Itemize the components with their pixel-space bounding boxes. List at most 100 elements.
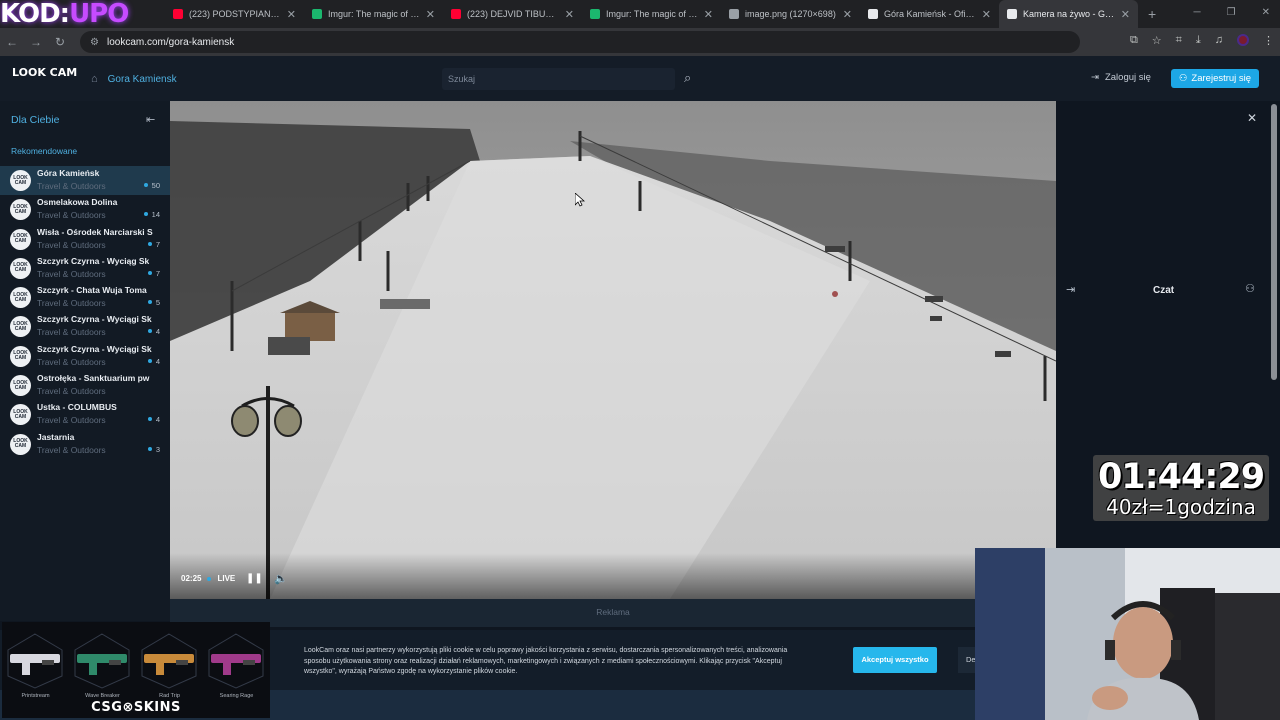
ski-slope-scene xyxy=(170,101,1056,599)
expand-chat-icon[interactable]: ⇥ xyxy=(1066,283,1075,296)
close-chat-icon[interactable]: ✕ xyxy=(1247,111,1257,125)
site-info-icon[interactable]: ⚙ xyxy=(90,37,99,48)
close-tab-icon[interactable]: ✕ xyxy=(982,8,991,21)
breadcrumb-current[interactable]: Gora Kamiensk xyxy=(108,74,177,85)
close-tab-icon[interactable]: ✕ xyxy=(565,8,574,21)
volume-icon[interactable]: 🔈 xyxy=(274,572,288,585)
sidebar-section-title: Rekomendowane xyxy=(11,146,78,156)
camera-name: Szczyrk Czyrna - Wyciągi Sk xyxy=(37,343,152,354)
browser-tab[interactable]: Imgur: The magic of the I ✕ xyxy=(582,0,721,28)
browser-tab[interactable]: (223) DEJVID TIBUSKI ZAC ✕ xyxy=(443,0,582,28)
camera-list-item[interactable]: LOOK CAM Szczyrk - Chata Wuja Toma Travel … xyxy=(0,283,170,312)
stream-timer-overlay: 01:44:29 40zł=1godzina xyxy=(1093,455,1269,521)
camera-list-item[interactable]: LOOK CAM Szczyrk Czyrna - Wyciągi Sk Trave… xyxy=(0,312,170,341)
close-tab-icon[interactable]: ✕ xyxy=(426,8,435,21)
bookmark-star-icon[interactable]: ☆ xyxy=(1152,34,1162,47)
url-text: lookcam.com/gora-kamiensk xyxy=(106,36,235,48)
chat-users-icon[interactable]: ⚇ xyxy=(1245,282,1255,295)
install-icon[interactable]: ⧉ xyxy=(1130,34,1138,47)
video-player[interactable]: 02:25 LIVE ❚❚ 🔈 xyxy=(170,101,1056,599)
camera-list-item[interactable]: LOOK CAM Ostrołęka - Sanktuarium pw Travel… xyxy=(0,371,170,400)
camera-category: Travel & Outdoors xyxy=(37,239,106,250)
home-icon[interactable]: ⌂ xyxy=(91,73,98,85)
camera-list-item[interactable]: LOOK CAM Szczyrk Czyrna - Wyciągi Sk Trave… xyxy=(0,342,170,371)
camera-category: Travel & Outdoors xyxy=(37,415,106,426)
site-logo[interactable]: LOOK CAM xyxy=(12,67,77,78)
browser-tab[interactable]: image.png (1270×698) ✕ xyxy=(721,0,860,28)
camera-name: Góra Kamieńsk xyxy=(37,168,100,178)
stream-logo-right: UPO xyxy=(69,0,129,28)
ad-bar: Reklama xyxy=(170,599,1056,627)
collapse-sidebar-icon[interactable]: ⇤ xyxy=(146,113,155,126)
camera-category: Travel & Outdoors xyxy=(37,210,106,221)
camera-list-item[interactable]: LOOK CAM Wisła - Ośrodek Narciarski S Trav… xyxy=(0,225,170,254)
register-button[interactable]: ⚇ Zarejestruj się xyxy=(1171,69,1259,88)
site-header: LOOK CAM ⌂ Gora Kamiensk Szukaj ⌕ ⇥ Zalo… xyxy=(0,56,1280,101)
camera-avatar: LOOK CAM xyxy=(10,345,31,367)
chat-title: Czat xyxy=(1153,285,1175,296)
login-button[interactable]: ⇥ Zaloguj się xyxy=(1091,72,1151,83)
skin-item: Wave Breaker xyxy=(69,630,136,700)
viewer-count: 5 xyxy=(148,298,160,307)
sidebar: Dla Ciebie ⇤ Rekomendowane LOOK CAM Góra … xyxy=(0,101,170,621)
browser-tab[interactable]: Imgur: The magic of the I ✕ xyxy=(304,0,443,28)
search-input[interactable]: Szukaj xyxy=(442,68,675,90)
close-tab-icon[interactable]: ✕ xyxy=(287,8,296,21)
new-tab-button[interactable]: + xyxy=(1148,6,1156,22)
close-tab-icon[interactable]: ✕ xyxy=(1121,8,1130,21)
back-icon[interactable]: ← xyxy=(0,35,24,49)
globe-icon xyxy=(729,9,739,19)
url-input[interactable]: ⚙ lookcam.com/gora-kamiensk xyxy=(80,31,1080,53)
camera-avatar: LOOK CAM xyxy=(10,287,31,309)
video-timecode: 02:25 LIVE xyxy=(181,574,235,583)
media-icon[interactable]: ♫ xyxy=(1215,34,1223,47)
pause-icon[interactable]: ❚❚ xyxy=(246,573,263,584)
close-tab-icon[interactable]: ✕ xyxy=(843,8,852,21)
forward-icon[interactable]: → xyxy=(24,35,48,49)
camera-category: Travel & Outdoors xyxy=(37,356,106,367)
site-icon xyxy=(868,9,878,19)
camera-list-item[interactable]: LOOK CAM Góra Kamieńsk Travel & Outdoors 50 xyxy=(0,166,170,196)
camera-list-item[interactable]: LOOK CAM Osmelakowa Dolina Travel & Outdoo… xyxy=(0,195,170,224)
maximize-icon[interactable]: ❐ xyxy=(1227,7,1236,18)
camera-avatar: LOOK CAM xyxy=(10,228,31,250)
search-icon[interactable]: ⌕ xyxy=(684,70,691,86)
browser-tab[interactable]: Góra Kamieńsk - Oficjaln ✕ xyxy=(860,0,999,28)
page-scrollbar[interactable] xyxy=(1271,104,1277,380)
close-tab-icon[interactable]: ✕ xyxy=(704,8,713,21)
skin-name: Rad Trip xyxy=(159,693,180,699)
camera-category: Travel & Outdoors xyxy=(37,386,106,397)
download-icon[interactable]: ⤓ xyxy=(1196,34,1201,47)
accept-cookies-button[interactable]: Akceptuj wszystko xyxy=(853,647,937,673)
minimize-icon[interactable]: ─ xyxy=(1194,7,1201,18)
extensions-icon[interactable]: ⌗ xyxy=(1176,34,1182,47)
youtube-icon xyxy=(173,9,183,19)
camera-list-item[interactable]: LOOK CAM Szczyrk Czyrna - Wyciąg Sk Travel… xyxy=(0,254,170,283)
camera-list-item[interactable]: LOOK CAM Ustka - COLUMBUS Travel & Outdoor… xyxy=(0,400,170,429)
close-window-icon[interactable]: ✕ xyxy=(1262,7,1270,18)
viewer-count: 7 xyxy=(148,269,160,278)
menu-icon[interactable]: ⋮ xyxy=(1263,34,1274,47)
cookie-text: LookCam oraz nasi partnerzy wykorzystują… xyxy=(304,647,788,675)
camera-avatar: LOOK CAM xyxy=(10,404,31,426)
stream-timer: 01:44:29 xyxy=(1097,457,1265,497)
camera-name: Ostrołęka - Sanktuarium pw xyxy=(37,373,150,384)
camera-name: Osmelakowa Dolina xyxy=(37,197,118,208)
camera-avatar: LOOK CAM xyxy=(10,433,31,455)
gun-icon xyxy=(7,633,63,689)
browser-tab[interactable]: (223) PODSTYPIANIE Z K ✕ xyxy=(165,0,304,28)
camera-list-item[interactable]: LOOK CAM Jastarnia Travel & Outdoors 3 xyxy=(0,430,170,459)
camera-category: Travel & Outdoors xyxy=(37,181,106,191)
sidebar-title: Dla Ciebie xyxy=(11,114,60,126)
gun-icon xyxy=(74,633,130,689)
browser-tab[interactable]: Kamera na żywo - Góra K ✕ xyxy=(999,0,1138,28)
profile-avatar[interactable] xyxy=(1237,34,1249,46)
camera-avatar: LOOK CAM xyxy=(10,199,31,221)
reload-icon[interactable]: ↻ xyxy=(48,35,72,49)
youtube-icon xyxy=(451,9,461,19)
skin-name: Printstream xyxy=(21,693,50,699)
camera-avatar: LOOK CAM xyxy=(10,170,31,191)
camera-category: Travel & Outdoors xyxy=(37,444,106,455)
live-dot-icon xyxy=(207,576,212,581)
browser-tab-bar: KOD:UPO (223) PODSTYPIANIE Z K✕Imgur: Th… xyxy=(0,0,1280,28)
